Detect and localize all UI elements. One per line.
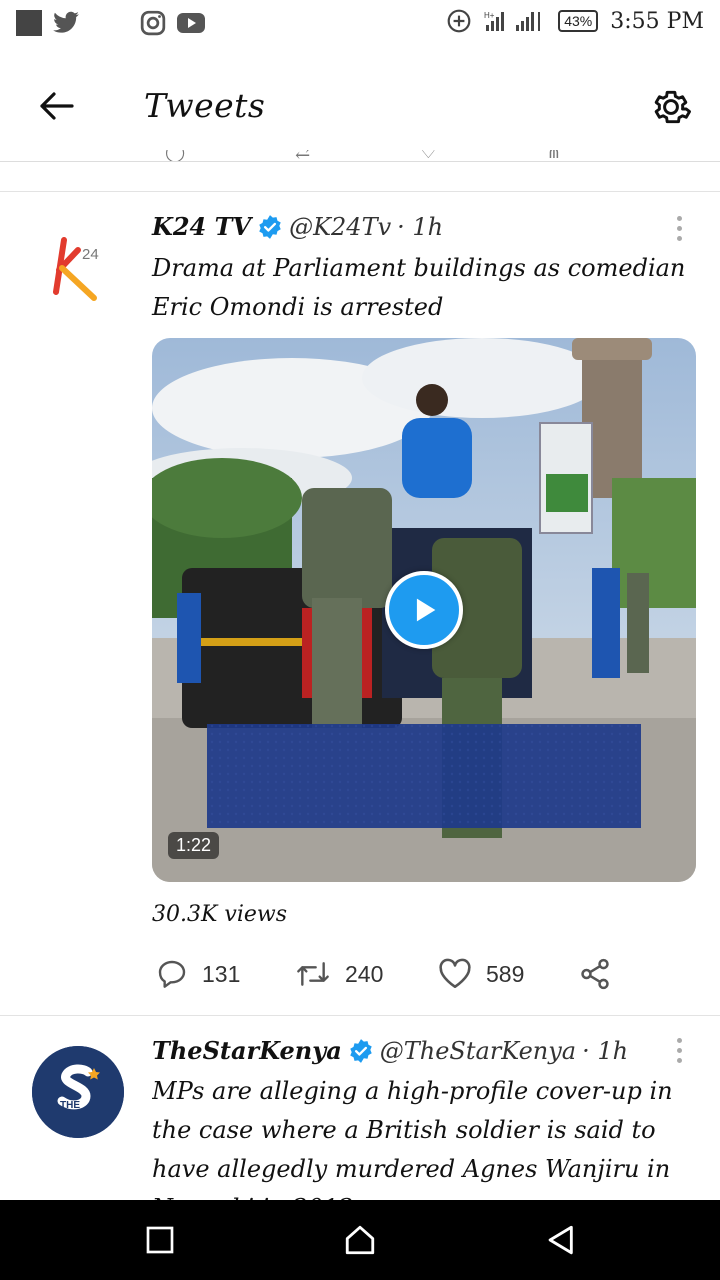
status-time: 3:55 PM (610, 8, 704, 34)
reply-icon[interactable]: ◯ (165, 150, 185, 161)
thestar-logo: THE (32, 1046, 124, 1138)
retweet-icon[interactable]: ⇄ (295, 150, 310, 161)
triangle-back-icon (548, 1225, 573, 1255)
retweet-button[interactable]: 240 (295, 952, 383, 996)
share-icon (581, 958, 609, 990)
play-button[interactable] (385, 571, 463, 649)
tweet-more-button[interactable] (664, 208, 694, 248)
system-nav-bar (0, 1200, 720, 1280)
retweet-count: 240 (345, 960, 384, 987)
gear-icon (654, 90, 691, 124)
video-duration: 1:22 (168, 832, 220, 859)
tweet-header: TheStarKenya @TheStarKenya · 1h (152, 1036, 628, 1065)
signal-icon: H+ (484, 9, 546, 33)
back-button[interactable] (32, 82, 80, 130)
tweet-text: Drama at Parliament buildings as comedia… (152, 254, 686, 321)
svg-text:H+: H+ (484, 11, 495, 20)
arrow-left-icon (40, 92, 74, 120)
notification-square-icon (16, 10, 42, 36)
reply-count: 131 (202, 960, 241, 987)
divider (0, 191, 720, 192)
reply-icon (158, 960, 186, 988)
like-icon[interactable]: ♡ (420, 150, 436, 161)
tweet-more-button[interactable] (664, 1030, 694, 1070)
tweet-header: K24 TV @K24Tv · 1h (152, 212, 443, 241)
like-button[interactable]: 589 (438, 952, 524, 996)
share-icon[interactable]: ⋔ (546, 150, 561, 161)
status-bar: H+ 43% 3:55 PM (0, 0, 720, 48)
verified-badge-icon (257, 214, 283, 240)
tweet-video[interactable]: 1:22 (152, 338, 696, 882)
tweet-time: · 1h (582, 1036, 629, 1065)
home-icon (345, 1225, 375, 1255)
share-button[interactable] (578, 952, 612, 996)
verified-badge-icon (348, 1038, 374, 1064)
author-handle[interactable]: @TheStarKenya (380, 1037, 576, 1065)
heart-icon (439, 958, 471, 989)
author-name[interactable]: K24 TV (152, 212, 251, 241)
square-icon (146, 1226, 174, 1254)
svg-text:THE: THE (60, 1100, 80, 1111)
retweet-icon (297, 962, 329, 986)
play-icon (416, 598, 436, 622)
k24-logo: 24 (53, 237, 99, 301)
home-button[interactable] (338, 1218, 382, 1262)
tweet-time: · 1h (397, 212, 444, 241)
tweet-text: MPs are alleging a high-profile cover-up… (152, 1077, 673, 1200)
youtube-icon (176, 11, 206, 35)
recents-button[interactable] (138, 1218, 182, 1262)
like-count: 589 (486, 960, 525, 987)
author-handle[interactable]: @K24Tv (289, 213, 391, 241)
k24-avatar[interactable]: 24 (32, 222, 124, 314)
app-header: Tweets (0, 60, 720, 150)
back-nav-button[interactable] (538, 1218, 582, 1262)
tweet-actions: 131 240 589 (152, 952, 632, 996)
view-count: 30.3K views (152, 902, 288, 927)
instagram-icon (140, 10, 166, 36)
reply-button[interactable]: 131 (156, 952, 240, 996)
author-name[interactable]: TheStarKenya (152, 1036, 342, 1065)
settings-button[interactable] (646, 82, 696, 132)
battery-icon: 43% (558, 10, 599, 32)
divider (0, 1015, 720, 1016)
twitter-icon (52, 11, 80, 35)
data-saver-icon (446, 8, 472, 34)
page-title: Tweets (144, 86, 266, 125)
thestar-avatar[interactable]: THE (32, 1046, 124, 1138)
svg-text:24: 24 (82, 246, 99, 263)
previous-tweet-actions: ◯ ⇄ ♡ ⋔ (0, 150, 720, 162)
